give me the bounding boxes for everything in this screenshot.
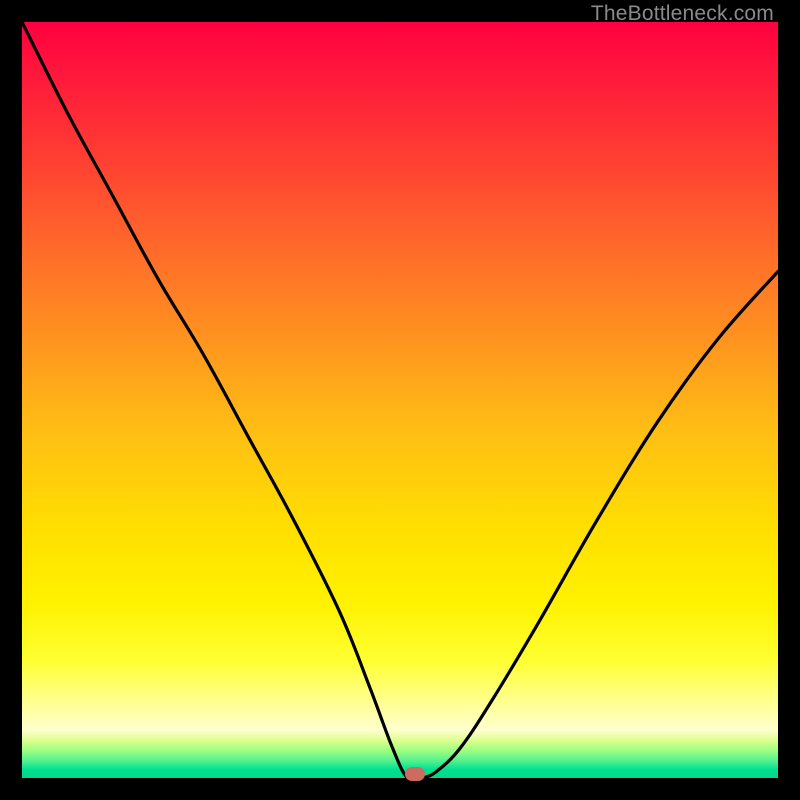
curve-path bbox=[22, 22, 778, 778]
chart-frame: TheBottleneck.com bbox=[0, 0, 800, 800]
optimal-point-marker bbox=[405, 767, 425, 781]
plot-area bbox=[22, 22, 778, 778]
bottleneck-curve bbox=[22, 22, 778, 778]
